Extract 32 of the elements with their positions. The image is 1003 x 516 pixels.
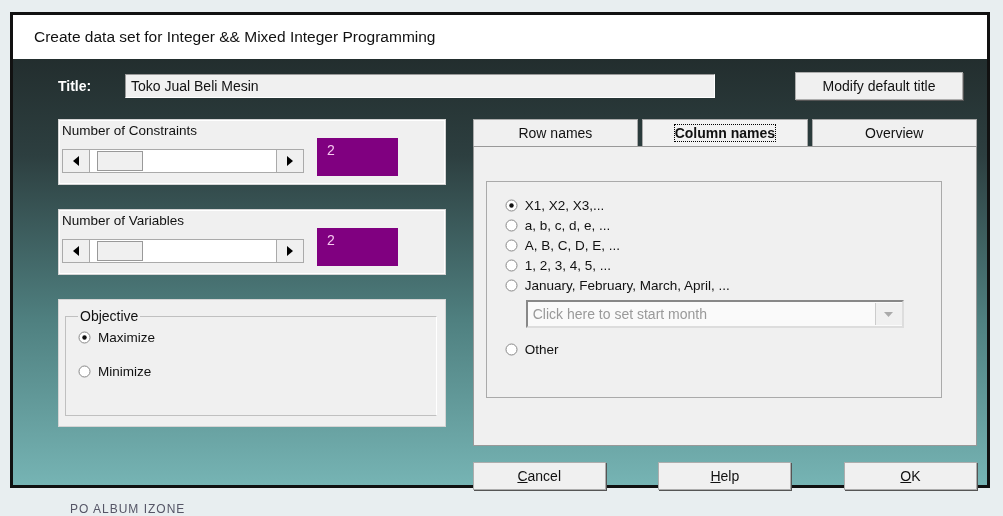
scroll-thumb[interactable]: [97, 151, 143, 171]
scroll-bar[interactable]: [62, 149, 304, 173]
window-title: Create data set for Integer && Mixed Integer Programming: [13, 15, 987, 59]
radio-option[interactable]: Maximize: [78, 330, 155, 345]
dialog-button[interactable]: Help: [658, 462, 792, 490]
radio-option[interactable]: Other: [504, 342, 559, 357]
right-arrow-icon[interactable]: [287, 156, 293, 166]
radio-option[interactable]: A, B, C, D, E, ...: [504, 238, 620, 253]
value-display: 2: [317, 138, 398, 176]
tab[interactable]: Row names: [472, 119, 639, 146]
modify-title-button[interactable]: Modify default title: [795, 72, 963, 100]
tab[interactable]: Overview: [811, 119, 977, 146]
radio-option[interactable]: a, b, c, d, e, ...: [504, 218, 611, 233]
radio-option[interactable]: January, February, March, April, ...: [504, 278, 730, 293]
left-arrow-icon[interactable]: [73, 156, 79, 166]
title-label: Title:: [58, 78, 93, 94]
radio-option[interactable]: 1, 2, 3, 4, 5, ...: [504, 258, 611, 273]
radio-option[interactable]: Minimize: [78, 364, 152, 379]
right-arrow-icon[interactable]: [287, 246, 293, 256]
dialog-button[interactable]: OK: [844, 462, 977, 490]
background-text: PO ALBUM IZONE: [70, 502, 186, 516]
dialog-button[interactable]: Cancel: [472, 462, 606, 490]
spinner-label: Number of Variables: [62, 213, 186, 228]
radio-option[interactable]: X1, X2, X3,...: [504, 198, 605, 213]
scroll-bar[interactable]: [62, 239, 304, 263]
value-display: 2: [317, 228, 398, 266]
left-arrow-icon[interactable]: [73, 246, 79, 256]
group-label: Objective: [79, 308, 140, 324]
title-field[interactable]: Toko Jual Beli Mesin: [125, 74, 715, 98]
tab[interactable]: Column names: [642, 119, 808, 146]
spinner-label: Number of Constraints: [62, 123, 199, 138]
scroll-thumb[interactable]: [97, 241, 143, 261]
